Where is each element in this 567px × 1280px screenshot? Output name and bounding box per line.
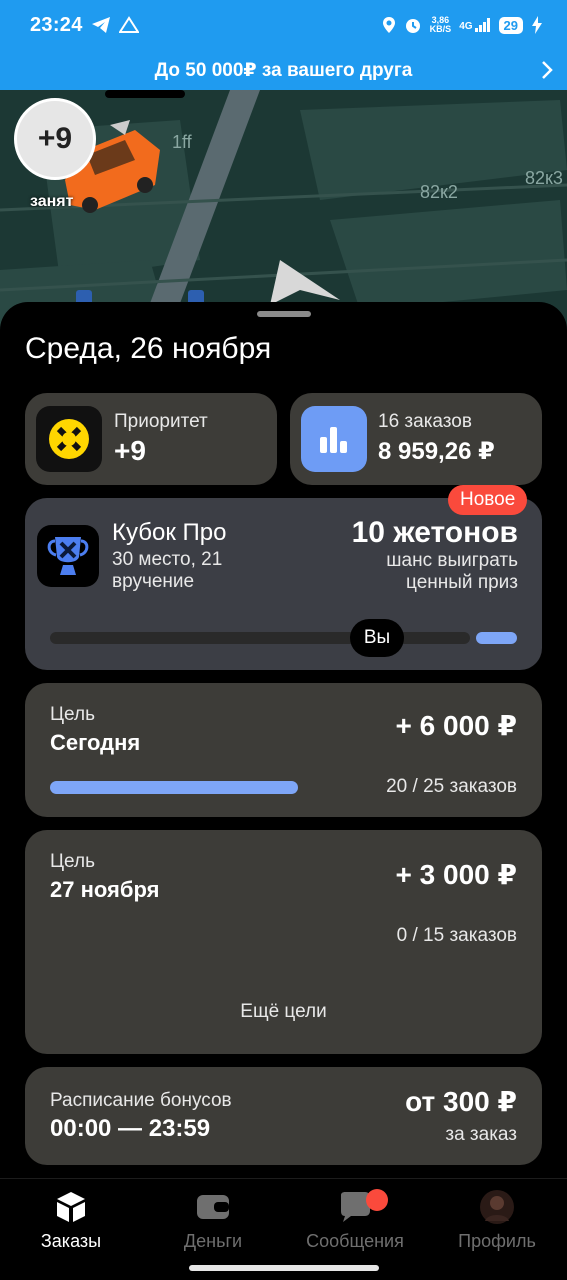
bonus-schedule-amount: от 300 ₽ [405, 1086, 517, 1117]
avatar-icon [479, 1189, 515, 1225]
cup-chance-line1: шанс выиграть [386, 550, 518, 571]
network-type: 4G [459, 21, 473, 32]
stats-icon-tile [301, 406, 367, 472]
cup-place-line1: 30 место, 21 [112, 549, 223, 570]
bar-chart-icon [320, 427, 347, 453]
cup-chance-line2: ценный приз [406, 572, 518, 593]
chevron-right-icon [542, 61, 553, 79]
goal-today-title: Сегодня [50, 730, 141, 755]
goal-next-title: 27 ноября [50, 877, 160, 902]
goal-today-card[interactable]: Цель Сегодня + 6 000 ₽ 20 / 25 заказов [25, 683, 542, 817]
notification-dot [366, 1189, 388, 1211]
sheet-drag-handle[interactable] [257, 311, 311, 317]
cup-title: Кубок Про [112, 519, 227, 546]
cup-you-marker: Вы [350, 619, 404, 657]
alarm-icon [405, 19, 420, 33]
map-building-label: 82к3 [525, 168, 563, 188]
nav-label: Заказы [40, 1231, 102, 1251]
cup-icon-tile [37, 525, 99, 587]
bonus-schedule-per: за заказ [445, 1124, 517, 1145]
cup-progress-track [50, 632, 470, 644]
referral-banner[interactable]: До 50 000₽ за вашего друга [0, 50, 567, 90]
cup-tokens: 10 жетонов [351, 516, 518, 549]
goal-today-progress-text: 20 / 25 заказов [386, 776, 517, 797]
signal-icon [474, 18, 490, 32]
map-building-label: 1ff [172, 132, 192, 152]
cup-progress-goal [476, 632, 517, 644]
status-right-icons: 3,86 KB/S 4G 29 [382, 16, 543, 34]
nav-money[interactable]: Деньги [142, 1189, 284, 1259]
wallet-icon [196, 1189, 230, 1225]
goal-next-card[interactable]: Цель 27 ноября + 3 000 ₽ 0 / 15 заказов … [25, 830, 542, 1054]
map-building-label: 82к2 [420, 182, 458, 202]
priority-map-badge[interactable]: +9 [14, 98, 96, 180]
goal-today-reward: + 6 000 ₽ [395, 710, 517, 741]
priority-icon-tile [36, 406, 102, 472]
orders-count: 16 заказов [378, 411, 472, 432]
cup-place-line2: вручение [112, 571, 195, 592]
cube-icon [55, 1189, 87, 1225]
telegram-icon [91, 17, 110, 33]
page-title: Среда, 26 ноября [25, 332, 272, 365]
referral-banner-text: До 50 000₽ за вашего друга [154, 59, 413, 81]
nav-label: Деньги [183, 1231, 243, 1251]
priority-card[interactable]: Приоритет +9 [25, 393, 277, 485]
nav-orders[interactable]: Заказы [0, 1189, 142, 1259]
orders-amount: 8 959,26 ₽ [378, 438, 495, 465]
nav-label: Профиль [458, 1231, 536, 1251]
nav-messages[interactable]: Сообщения [284, 1189, 426, 1259]
goal-label: Цель [50, 851, 95, 872]
nav-profile[interactable]: Профиль [426, 1189, 567, 1259]
speed-unit: KB/S [429, 24, 452, 34]
priority-icon [49, 419, 89, 459]
battery-level: 29 [498, 16, 523, 34]
goal-next-reward: + 3 000 ₽ [395, 859, 517, 890]
network-speed: 3,86 KB/S [430, 16, 452, 34]
status-time: 23:24 [30, 13, 83, 36]
home-indicator[interactable] [189, 1265, 379, 1271]
orders-card[interactable]: 16 заказов 8 959,26 ₽ [290, 393, 542, 485]
charging-icon [532, 16, 542, 34]
goal-label: Цель [50, 704, 95, 725]
new-badge: Новое [448, 485, 528, 515]
priority-label: Приоритет [114, 411, 208, 432]
location-icon [382, 17, 395, 33]
signal-block: 4G [459, 18, 490, 32]
priority-value: +9 [114, 435, 146, 466]
status-bar: 23:24 3,86 KB/S 4G 29 [0, 0, 567, 50]
bonus-schedule-label: Расписание бонусов [50, 1090, 232, 1111]
goal-today-progress-bar [50, 781, 298, 794]
cup-card[interactable]: Кубок Про 30 место, 21 вручение 10 жетон… [25, 498, 542, 670]
status-left-icons [91, 16, 139, 34]
bonus-schedule-time: 00:00 — 23:59 [50, 1115, 211, 1142]
goal-next-progress-text: 0 / 15 заказов [396, 925, 517, 946]
more-goals-link[interactable]: Ещё цели [25, 1001, 542, 1023]
trophy-icon [47, 537, 89, 575]
driver-status-label: занят [30, 193, 74, 210]
bonus-schedule-card[interactable]: Расписание бонусов 00:00 — 23:59 от 300 … [25, 1067, 542, 1165]
mountain-icon [118, 16, 139, 33]
nav-label: Сообщения [306, 1231, 404, 1251]
